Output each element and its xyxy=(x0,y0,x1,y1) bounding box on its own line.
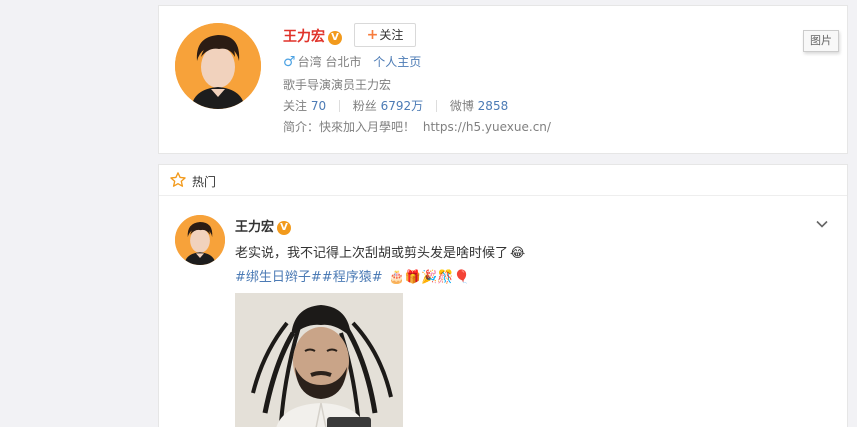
intro-text: 快來加入月學吧！ xyxy=(319,120,416,134)
hashtag-birthday[interactable]: #绑生日辫子# xyxy=(235,270,322,285)
intro-row: 简介：快來加入月學吧！ https://h5.yuexue.cn/ xyxy=(283,118,551,135)
celebration-emoji-icons: 🎂🎁🎉🎊🎈 xyxy=(388,270,470,285)
avatar-portrait xyxy=(175,215,225,265)
stats-divider xyxy=(436,100,437,112)
location-text: 台湾 台北市 xyxy=(297,55,362,69)
verified-icon: V xyxy=(277,221,292,235)
hashtag-programmer[interactable]: #程序猿# xyxy=(322,270,383,285)
profile-name[interactable]: 王力宏 V xyxy=(283,26,342,46)
homepage-link[interactable]: 个人主页 xyxy=(373,55,421,69)
avatar-portrait xyxy=(175,23,261,109)
weibo-count: 2858 xyxy=(477,99,509,113)
photo-button[interactable]: 图片 xyxy=(803,30,839,52)
verified-icon: V xyxy=(328,31,342,45)
follow-button[interactable]: +关注 xyxy=(354,23,416,47)
bio-text: 歌手导演演员王力宏 xyxy=(283,78,392,92)
weibo-label: 微博 xyxy=(449,99,474,113)
profile-card: 王力宏 V +关注 图片 ♂ 台湾 台北市 个人主页 歌手导演演员王力宏 关注 70… xyxy=(158,5,848,154)
following-label: 关注 xyxy=(283,99,308,113)
followers-stat[interactable]: 粉丝 6792万 xyxy=(353,99,423,113)
post-image[interactable] xyxy=(235,293,403,427)
followers-count: 6792万 xyxy=(380,99,424,113)
post-text: 老实说，我不记得上次刮胡或剪头发是啥时候了 😂 xyxy=(235,242,525,261)
plus-icon: + xyxy=(366,27,379,43)
stats-divider xyxy=(338,100,340,112)
following-stat[interactable]: 关注 70 xyxy=(283,99,326,113)
follow-label: 关注 xyxy=(379,28,404,42)
star-icon xyxy=(170,172,186,187)
male-icon: ♂ xyxy=(283,54,296,70)
location-row: ♂ 台湾 台北市 个人主页 xyxy=(283,53,421,70)
post-author-text: 王力宏 xyxy=(235,220,275,235)
weibo-stat[interactable]: 微博 2858 xyxy=(450,99,508,113)
profile-avatar[interactable] xyxy=(175,23,261,109)
intro-link[interactable]: https://h5.yuexue.cn/ xyxy=(423,120,551,134)
chevron-down-icon[interactable] xyxy=(815,217,829,231)
profile-name-text: 王力宏 xyxy=(283,29,325,45)
laughing-emoji-icon: 😂 xyxy=(510,246,526,261)
hot-section-header: 热门 xyxy=(159,165,847,196)
feed-card: 热门 王力宏 V 老实说，我不记得上次刮胡或剪头发是啥时候了 😂 #绑生日辫子##程… xyxy=(158,164,848,427)
post-body: 老实说，我不记得上次刮胡或剪头发是啥时候了 xyxy=(235,246,509,261)
hot-label: 热门 xyxy=(192,175,217,189)
followers-label: 粉丝 xyxy=(352,99,377,113)
following-count: 70 xyxy=(310,99,327,113)
post-tags: #绑生日辫子##程序猿# 🎂🎁🎉🎊🎈 xyxy=(235,266,470,285)
post-author-name[interactable]: 王力宏 V xyxy=(235,216,292,235)
post-photo xyxy=(235,293,403,427)
stats-row: 关注 70 粉丝 6792万 微博 2858 xyxy=(283,97,508,114)
post-author-avatar[interactable] xyxy=(175,215,225,265)
intro-label: 简介： xyxy=(283,120,320,134)
